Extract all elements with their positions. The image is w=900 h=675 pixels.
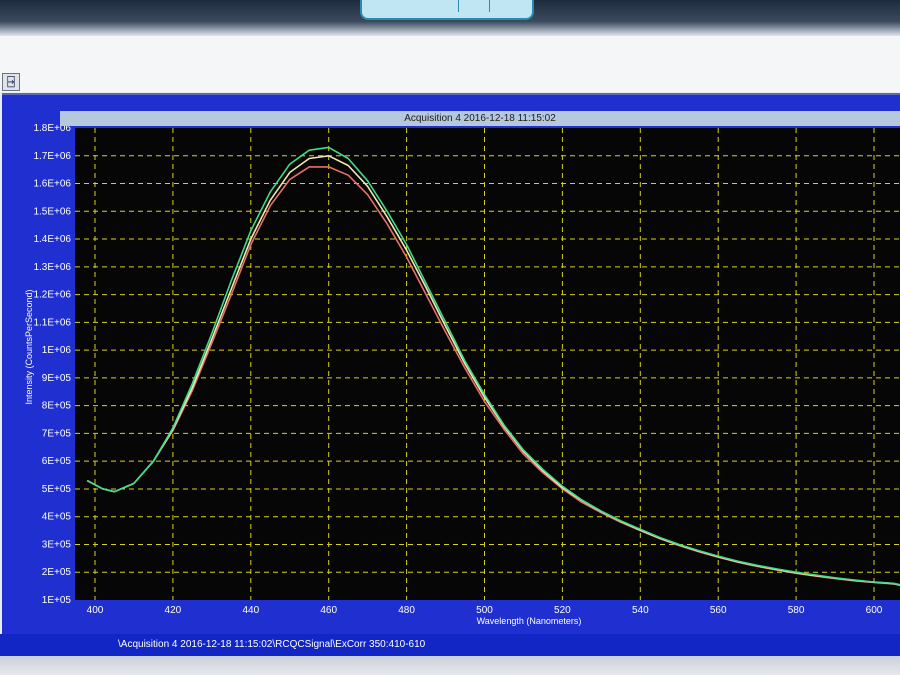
- graph-view-icon[interactable]: ⍈: [2, 73, 20, 91]
- status-bar: \Acquisition 4 2016-12-18 11:15:02\RCQCS…: [0, 634, 900, 656]
- window-tab-divider: [458, 0, 490, 12]
- y-tick-label: 3E+05: [42, 539, 72, 550]
- x-tick-label: 580: [788, 605, 805, 616]
- y-tick-label: 1E+05: [42, 595, 72, 606]
- y-tick-labels: 1E+05 2E+05 3E+05 4E+05 5E+05 6E+05 7E+05 8E+05…: [33, 123, 71, 606]
- window-tab[interactable]: [360, 0, 534, 20]
- y-tick-label: 2E+05: [42, 567, 72, 578]
- x-tick-label: 500: [476, 605, 493, 616]
- plot-panel: 1E+05 2E+05 3E+05 4E+05 5E+05 6E+05 7E+05 8E+05…: [2, 93, 900, 655]
- y-tick-label: 9E+05: [42, 373, 72, 384]
- top-strip: [0, 0, 900, 36]
- x-tick-label: 480: [398, 605, 415, 616]
- y-tick-label: 1.6E+06: [33, 179, 71, 190]
- y-tick-label: 4E+05: [42, 512, 72, 523]
- y-tick-label: 1.5E+06: [33, 206, 71, 217]
- status-path: \Acquisition 4 2016-12-18 11:15:02\RCQCS…: [118, 639, 426, 650]
- x-tick-label: 600: [866, 605, 883, 616]
- y-tick-label: 6E+05: [42, 456, 72, 467]
- y-axis-title: Intensity (CountsPerSecond): [24, 289, 34, 404]
- y-tick-label: 5E+05: [42, 484, 72, 495]
- x-tick-label: 560: [710, 605, 727, 616]
- y-tick-label: 1.3E+06: [33, 262, 71, 273]
- y-tick-label: 8E+05: [42, 401, 72, 412]
- chart-title: Acquisition 4 2016-12-18 11:15:02: [60, 111, 900, 126]
- x-tick-label: 400: [87, 605, 104, 616]
- spectrum-chart[interactable]: 1E+05 2E+05 3E+05 4E+05 5E+05 6E+05 7E+05 8E+05…: [2, 95, 900, 635]
- y-tick-label: 1E+06: [42, 345, 72, 356]
- x-tick-label: 420: [165, 605, 182, 616]
- bottom-edge: [0, 656, 900, 675]
- y-tick-label: 1.4E+06: [33, 234, 71, 245]
- y-tick-label: 7E+05: [42, 428, 72, 439]
- x-tick-label: 440: [242, 605, 259, 616]
- toolbar-area: ⍈: [0, 36, 900, 92]
- x-tick-label: 460: [320, 605, 337, 616]
- y-tick-label: 1.1E+06: [33, 317, 71, 328]
- y-tick-label: 1.2E+06: [33, 290, 71, 301]
- x-tick-label: 540: [632, 605, 649, 616]
- x-axis-title: Wavelength (Nanometers): [477, 616, 582, 626]
- x-tick-label: 520: [554, 605, 571, 616]
- plot-area: [75, 128, 900, 600]
- y-tick-label: 1.7E+06: [33, 151, 71, 162]
- x-tick-labels: 400 420 440 460 480 500 520 540 560 580 600: [87, 605, 883, 616]
